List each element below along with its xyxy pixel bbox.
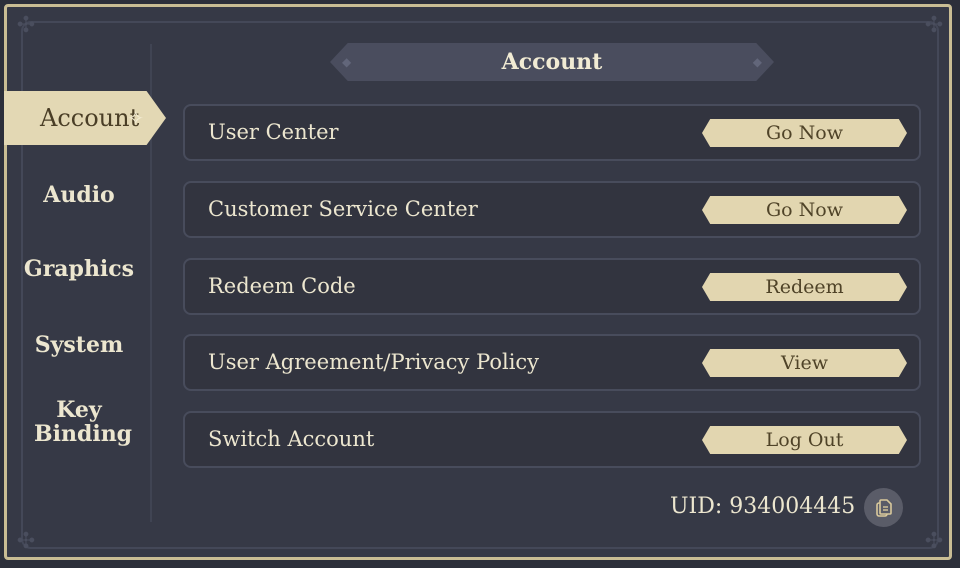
settings-row-user-agreement: User Agreement/Privacy Policy View bbox=[183, 334, 921, 391]
tab-label: Audio bbox=[43, 182, 115, 208]
tab-account[interactable]: Account ✧ bbox=[4, 91, 166, 145]
page-title-text: Account bbox=[501, 49, 603, 75]
diamond-icon: ◆ bbox=[752, 55, 762, 69]
diamond-icon: ◆ bbox=[342, 55, 352, 69]
copy-icon bbox=[875, 498, 892, 517]
tab-label: Graphics bbox=[23, 256, 135, 282]
tab-audio[interactable]: Audio bbox=[4, 183, 154, 207]
copy-uid-button[interactable] bbox=[864, 488, 903, 527]
go-now-button[interactable]: Go Now bbox=[702, 119, 907, 147]
settings-row-customer-service: Customer Service Center Go Now bbox=[183, 181, 921, 238]
row-label: Switch Account bbox=[208, 427, 375, 451]
redeem-button[interactable]: Redeem bbox=[702, 273, 907, 301]
corner-ornament-icon: ✣ bbox=[16, 529, 36, 554]
page-title: ◆ Account ◆ bbox=[330, 43, 774, 81]
tab-label: Account bbox=[40, 104, 140, 132]
tab-system[interactable]: System bbox=[4, 333, 154, 357]
tab-label: Key Binding bbox=[34, 397, 133, 447]
corner-ornament-icon: ✣ bbox=[16, 13, 36, 38]
settings-row-user-center: User Center Go Now bbox=[183, 104, 921, 161]
row-label: User Center bbox=[208, 120, 339, 144]
settings-row-switch-account: Switch Account Log Out bbox=[183, 411, 921, 468]
tab-key-binding[interactable]: Key Binding bbox=[4, 398, 154, 446]
go-now-button[interactable]: Go Now bbox=[702, 196, 907, 224]
uid-label: UID: 934004445 bbox=[670, 494, 856, 519]
row-label: User Agreement/Privacy Policy bbox=[208, 350, 540, 374]
tab-graphics[interactable]: Graphics bbox=[4, 257, 154, 281]
corner-ornament-icon: ✣ bbox=[924, 529, 944, 554]
tab-ornament-icon: ✧ bbox=[127, 106, 144, 130]
row-label: Redeem Code bbox=[208, 274, 356, 298]
corner-ornament-icon: ✣ bbox=[924, 13, 944, 38]
tab-label: System bbox=[34, 332, 124, 358]
log-out-button[interactable]: Log Out bbox=[702, 426, 907, 454]
settings-row-redeem-code: Redeem Code Redeem bbox=[183, 258, 921, 315]
row-label: Customer Service Center bbox=[208, 197, 478, 221]
view-button[interactable]: View bbox=[702, 349, 907, 377]
